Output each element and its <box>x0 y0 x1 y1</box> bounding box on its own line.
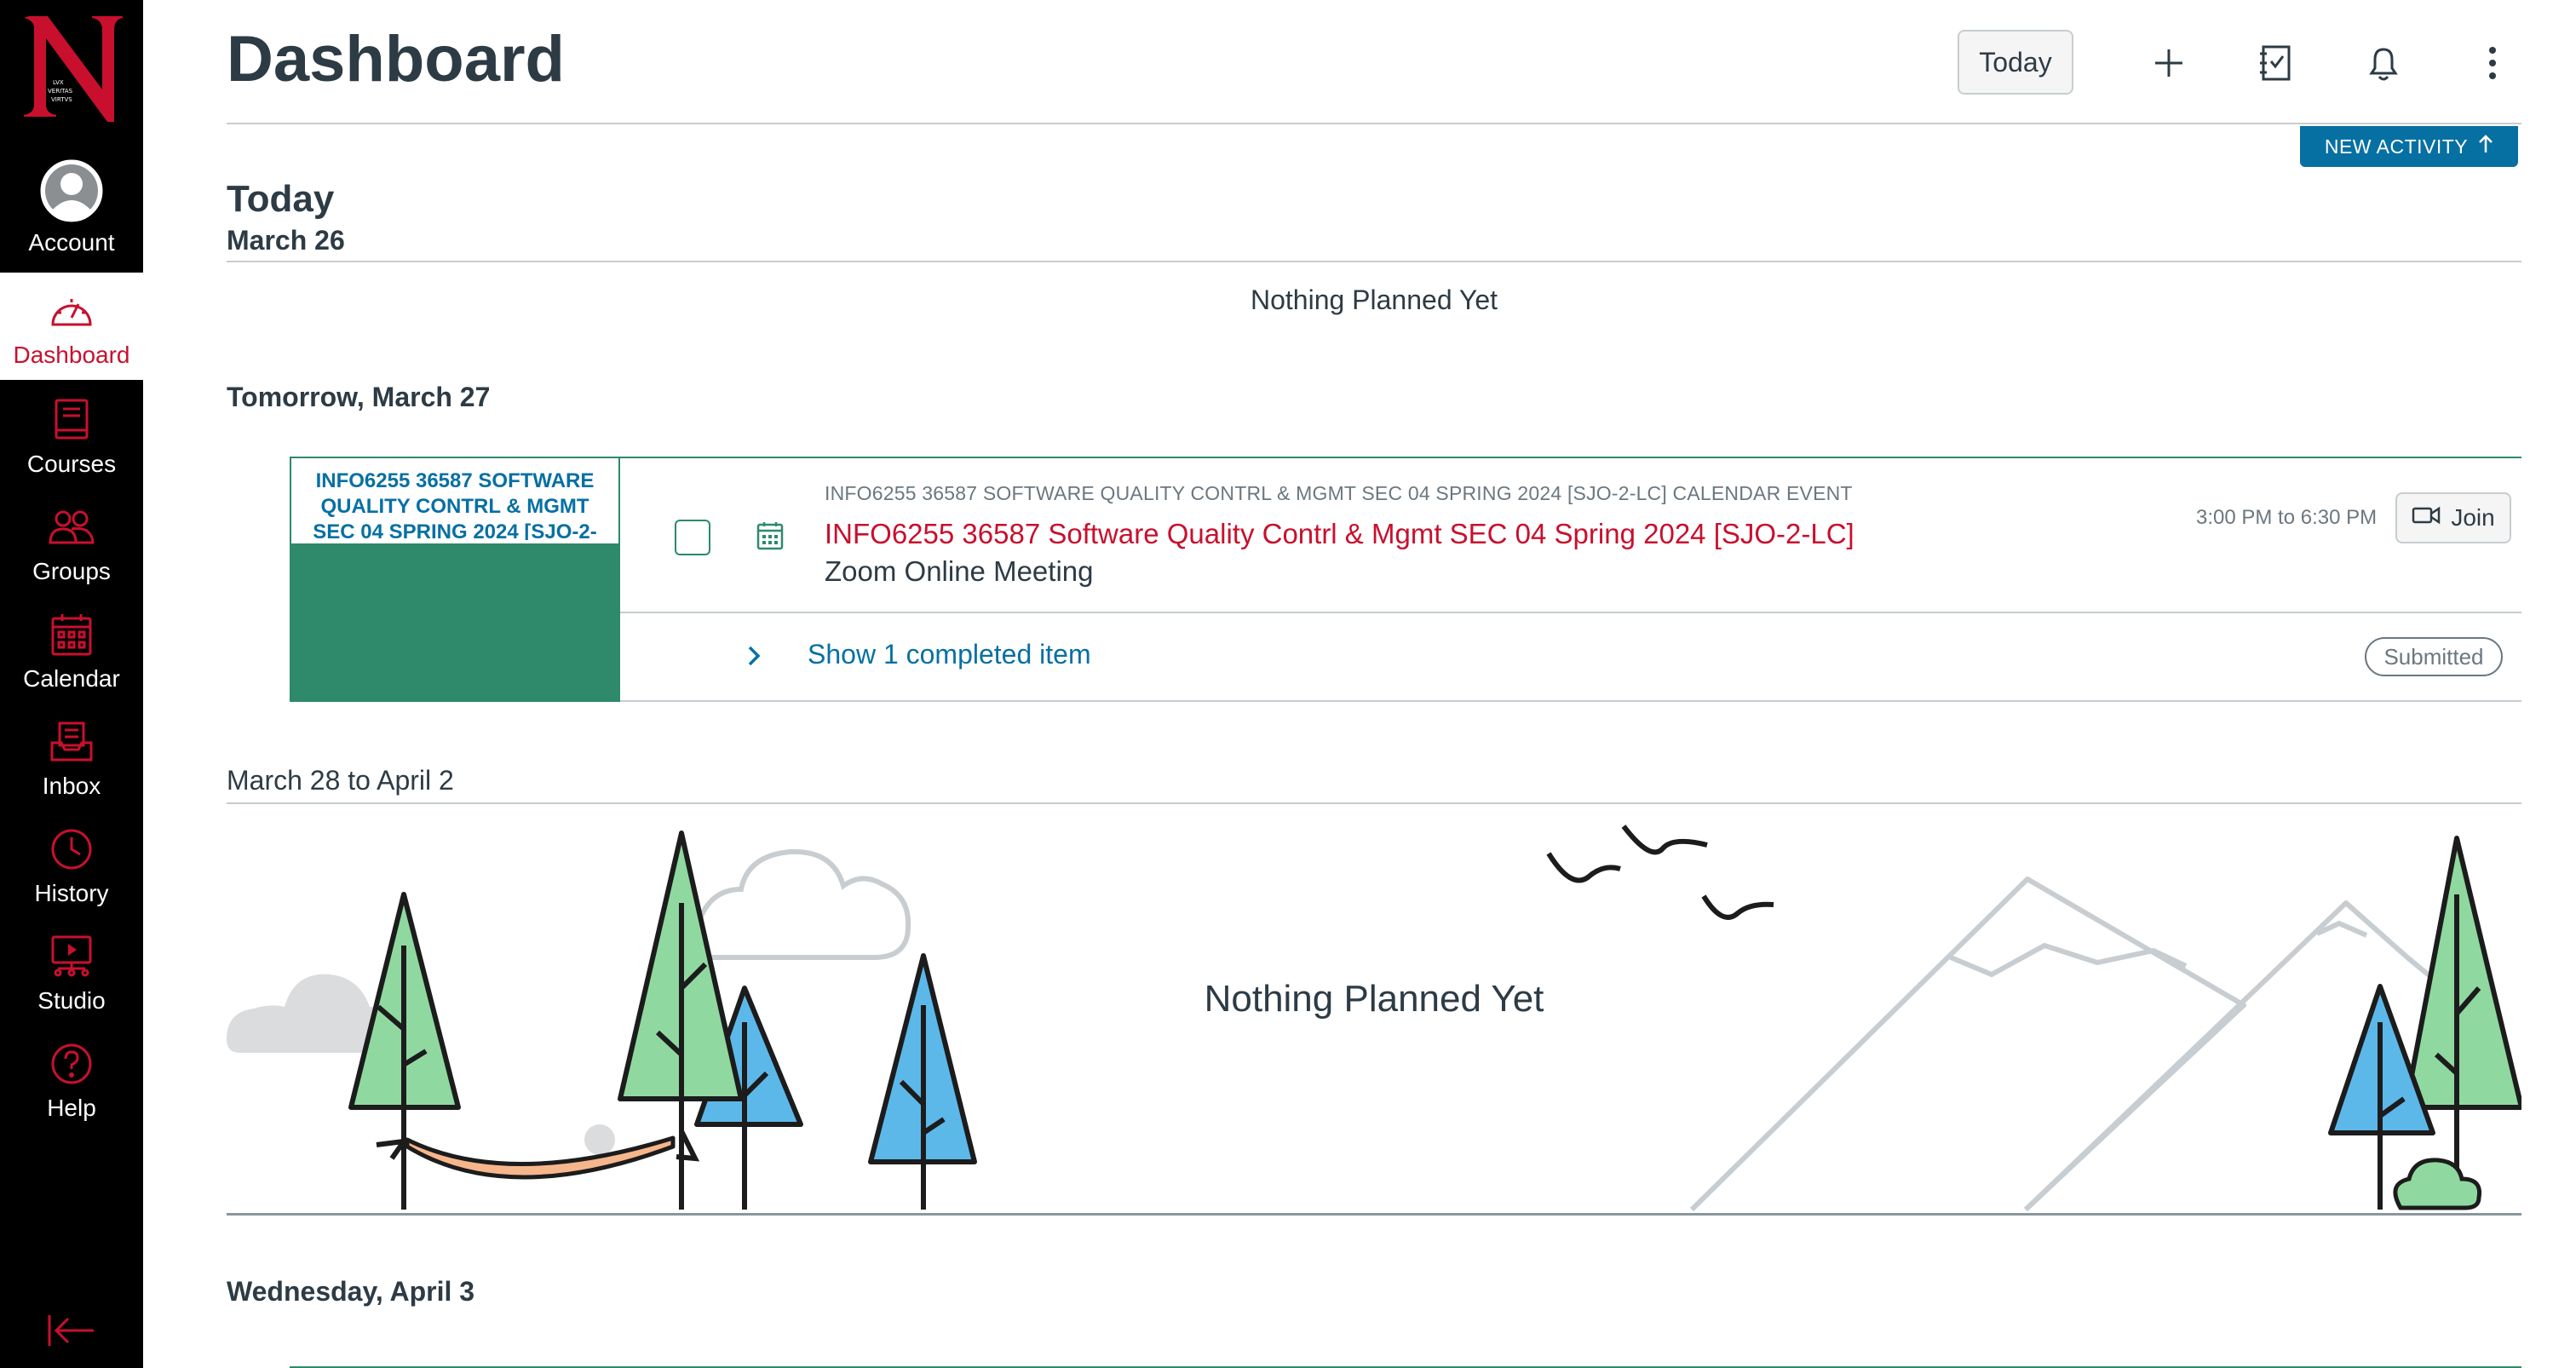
day-tomorrow-title: Tomorrow, March 27 <box>227 382 491 412</box>
nav-help[interactable]: Help <box>0 1026 143 1133</box>
item-top-border <box>620 457 2521 458</box>
nav-courses-label: Courses <box>26 451 117 477</box>
new-activity-button[interactable]: NEW ACTIVITY <box>2300 126 2518 167</box>
help-icon <box>47 1039 96 1089</box>
nav-dashboard[interactable]: Dashboard <box>0 273 143 380</box>
nav-inbox[interactable]: Inbox <box>0 704 143 811</box>
join-label: Join <box>2451 504 2495 531</box>
checklist-icon[interactable] <box>2251 37 2302 89</box>
nav-studio-label: Studio <box>37 987 106 1014</box>
avatar <box>39 158 104 223</box>
day-today-date: March 26 <box>227 225 345 256</box>
join-button[interactable]: Join <box>2395 492 2511 543</box>
range-empty-message: Nothing Planned Yet <box>1204 978 1544 1020</box>
today-button[interactable]: Today <box>1958 30 2073 95</box>
header-divider <box>227 123 2521 124</box>
nav-courses[interactable]: Courses <box>0 382 143 489</box>
day-divider <box>227 802 2521 804</box>
bell-icon[interactable] <box>2358 37 2409 89</box>
calendar-icon <box>47 610 96 659</box>
collapse-nav-icon[interactable] <box>46 1312 97 1349</box>
kebab-menu-icon[interactable] <box>2467 37 2518 89</box>
complete-checkbox[interactable] <box>675 520 710 555</box>
clock-icon <box>47 825 96 874</box>
calendar-icon <box>753 520 787 554</box>
item-bottom-border <box>620 700 2521 702</box>
page-title: Dashboard <box>227 23 565 95</box>
video-camera-icon <box>2412 504 2441 532</box>
day-divider <box>227 261 2521 262</box>
course-color-block <box>291 543 618 700</box>
day-wednesday-title: Wednesday, April 3 <box>227 1276 475 1307</box>
nav-calendar[interactable]: Calendar <box>0 596 143 704</box>
day-range-title: March 28 to April 2 <box>227 765 454 796</box>
empty-state-illustration <box>227 818 2524 1227</box>
day-divider <box>227 1213 2521 1216</box>
item-type-line: INFO6255 36587 SOFTWARE QUALITY CONTRL &… <box>825 482 1853 504</box>
arrow-up-icon <box>2478 134 2493 159</box>
nav-account[interactable]: Account <box>0 150 143 273</box>
nav-calendar-label: Calendar <box>23 665 120 692</box>
book-icon <box>47 395 96 445</box>
show-completed-link[interactable]: Show 1 completed item <box>808 639 1091 670</box>
svg-text:VERITAS: VERITAS <box>48 88 73 95</box>
global-navigation: LVX VERITAS VIRTVS Account Dashboard Cou… <box>0 0 143 1368</box>
new-activity-label: NEW ACTIVITY <box>2324 135 2469 158</box>
nav-dashboard-label: Dashboard <box>13 342 130 368</box>
course-card[interactable]: INFO6255 36587 SOFTWARE QUALITY CONTRL &… <box>290 457 620 702</box>
nav-groups[interactable]: Groups <box>0 489 143 596</box>
nav-account-label: Account <box>28 229 115 256</box>
item-subtitle: Zoom Online Meeting <box>825 555 1094 587</box>
nav-studio[interactable]: Studio <box>0 918 143 1026</box>
inbox-icon <box>47 717 96 767</box>
nav-history[interactable]: History <box>0 811 143 918</box>
speedometer-icon <box>47 286 96 336</box>
chevron-right-icon[interactable] <box>743 641 767 671</box>
today-empty-message: Nothing Planned Yet <box>1250 285 1498 315</box>
course-card-name: INFO6255 36587 SOFTWARE QUALITY CONTRL &… <box>313 469 597 540</box>
university-logo[interactable]: LVX VERITAS VIRTVS <box>0 0 143 128</box>
item-divider <box>620 612 2521 613</box>
status-badge: Submitted <box>2365 637 2503 676</box>
plus-icon[interactable] <box>2143 37 2194 89</box>
svg-text:LVX: LVX <box>53 79 64 86</box>
studio-icon <box>47 932 96 981</box>
nav-history-label: History <box>34 880 109 906</box>
item-time: 3:00 PM to 6:30 PM <box>2196 506 2378 529</box>
day-today-title: Today <box>227 178 335 220</box>
nav-groups-label: Groups <box>32 558 111 584</box>
svg-text:VIRTVS: VIRTVS <box>51 96 72 103</box>
groups-icon <box>47 503 96 552</box>
nav-inbox-label: Inbox <box>42 773 101 799</box>
item-title-link[interactable]: INFO6255 36587 Software Quality Contrl &… <box>825 518 1854 550</box>
nav-help-label: Help <box>47 1095 96 1121</box>
